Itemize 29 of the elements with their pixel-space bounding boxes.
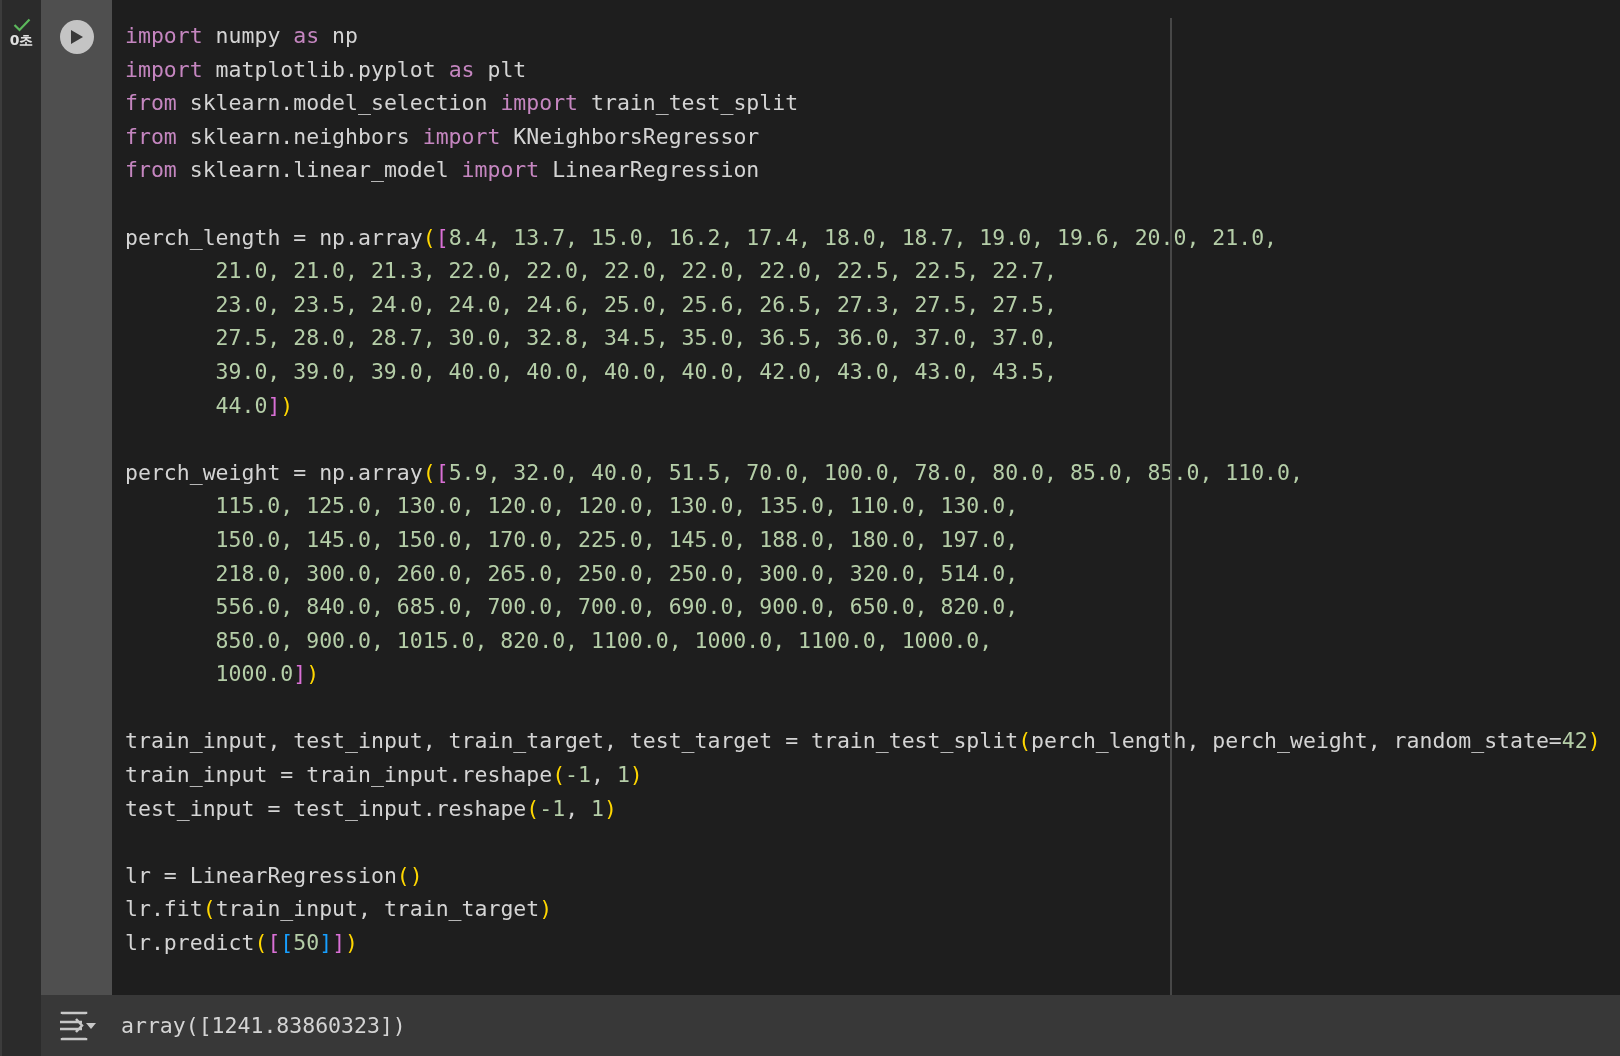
code-line: lr.predict([[50]]) — [125, 929, 359, 958]
output-toggle-icon[interactable] — [59, 1010, 97, 1041]
code-line: from sklearn.neighbors import KNeighborsRegressor — [125, 122, 760, 151]
code-line: 115.0, 125.0, 130.0, 120.0, 120.0, 130.0, 135.0, 110.0, 130.0, — [215, 492, 1019, 521]
code-line: lr = LinearRegression() — [125, 861, 423, 890]
play-icon — [69, 29, 84, 45]
code-line: perch_length = np.array([8.4, 13.7, 15.0, 16.2, 17.4, 18.0, 18.7, 19.0, 19.6, 20.0, 21.0, — [125, 223, 1278, 252]
output-text: array([1241.83860323]) — [121, 1013, 406, 1038]
code-line: import matplotlib.pyplot as plt — [125, 55, 527, 84]
code-line: 1000.0]) — [215, 660, 320, 689]
run-button[interactable] — [59, 20, 94, 54]
code-line: 850.0, 900.0, 1015.0, 820.0, 1100.0, 1000.0, 1100.0, 1000.0, — [215, 626, 993, 655]
code-line: 39.0, 39.0, 39.0, 40.0, 40.0, 40.0, 40.0, 42.0, 43.0, 43.0, 43.5, — [215, 357, 1057, 386]
code-line: 27.5, 28.0, 28.7, 30.0, 32.8, 34.5, 35.0, 36.5, 36.0, 37.0, 37.0, — [215, 324, 1057, 353]
code-line: 21.0, 21.0, 21.3, 22.0, 22.0, 22.0, 22.0, 22.0, 22.5, 22.5, 22.7, — [215, 257, 1057, 286]
code-line: from sklearn.linear_model import LinearRegression — [125, 156, 760, 185]
code-line: 556.0, 840.0, 685.0, 700.0, 700.0, 690.0, 900.0, 650.0, 820.0, — [215, 593, 1019, 622]
code-line: train_input, test_input, train_target, test_target = train_test_split(perch_length, perch_weight, random_state=42) — [125, 727, 1601, 756]
code-line: 150.0, 145.0, 150.0, 170.0, 225.0, 145.0, 188.0, 180.0, 197.0, — [215, 525, 1019, 554]
code-line: 44.0]) — [215, 391, 294, 420]
execution-time: 0초 — [9, 32, 34, 50]
code-line: train_input = train_input.reshape(-1, 1) — [125, 761, 643, 790]
code-line: 23.0, 23.5, 24.0, 24.0, 24.6, 25.0, 25.6, 26.5, 27.3, 27.5, 27.5, — [215, 290, 1057, 319]
code-line: test_input = test_input.reshape(-1, 1) — [125, 794, 617, 823]
code-line: import numpy as np — [125, 22, 358, 50]
code-line: lr.fit(train_input, train_target) — [125, 895, 553, 924]
code-line: perch_weight = np.array([5.9, 32.0, 40.0, 51.5, 70.0, 100.0, 78.0, 80.0, 85.0, 85.0, 110.0, — [125, 458, 1303, 487]
code-line: 218.0, 300.0, 260.0, 265.0, 250.0, 250.0, 300.0, 320.0, 514.0, — [215, 559, 1019, 588]
code-line: from sklearn.model_selection import train_test_split — [125, 89, 799, 118]
